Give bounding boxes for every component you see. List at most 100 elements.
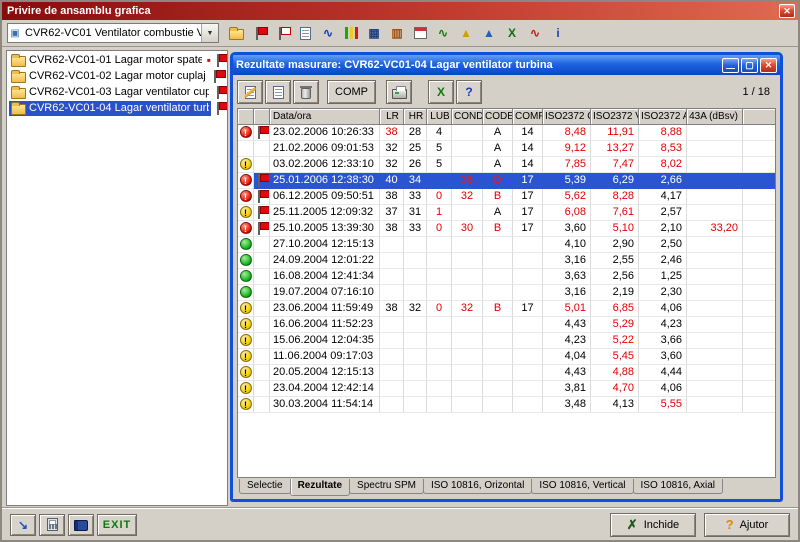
trend-chart-button[interactable]: ∿ [432,22,454,44]
notes-button[interactable] [294,22,316,44]
close-button[interactable]: ✕ [779,4,795,18]
table-row[interactable]: !23.04.2004 12:42:143,814,704,06 [238,381,775,397]
add-note-button[interactable] [265,80,291,104]
print-button[interactable] [386,80,412,104]
status-yellow-icon: ! [240,158,252,170]
column-header[interactable]: ISO2372 V [591,109,639,125]
table-row[interactable]: 24.09.2004 12:01:223,162,552,46 [238,253,775,269]
tree-item[interactable]: CVR62-VC01-04 Lagar ventilator turbina [7,100,227,116]
column-header[interactable]: HR [404,109,427,125]
table-row[interactable]: !20.05.2004 12:15:134,434,884,44 [238,365,775,381]
column-header[interactable]: 43A (dBsv) [687,109,743,125]
table-row[interactable]: !25.10.2005 13:39:303833030B173,605,102,… [238,221,775,237]
histogram-button[interactable]: ▥ [386,22,408,44]
table-row[interactable]: !15.06.2004 12:04:354,235,223,66 [238,333,775,349]
results-table-button[interactable]: ▦ [363,22,385,44]
column-header[interactable]: Data/ora [270,109,380,125]
alarm-note-icon: ▪ [207,54,211,66]
evaluation-chart-icon: ∿ [530,27,540,39]
tab-iso-10816-vertical[interactable]: ISO 10816, Vertical [531,479,633,494]
alarm-flag-button[interactable] [248,22,270,44]
delete-result-button[interactable] [293,80,319,104]
calculator-button[interactable] [39,514,65,536]
column-header[interactable] [254,109,270,125]
edit-result-button[interactable] [237,80,263,104]
close-window-button[interactable]: ✗ Inchide [610,513,696,537]
tree-item[interactable]: CVR62-VC01-02 Lagar motor cuplaj [7,68,227,84]
value-cell [483,317,513,333]
open-folder-button[interactable] [225,22,247,44]
table-row[interactable]: 19.07.2004 07:16:103,162,192,30 [238,285,775,301]
table-row[interactable]: !06.12.2005 09:50:513833032B175,628,284,… [238,189,775,205]
value-cell: 8,02 [639,157,687,173]
value-cell [452,157,483,173]
excel-export-button[interactable]: X [501,22,523,44]
tab-iso-10816-axial[interactable]: ISO 10816, Axial [633,479,724,494]
column-header[interactable] [238,109,254,125]
tab-rezultate[interactable]: Rezultate [290,479,350,496]
main-titlebar: Privire de ansamblu grafica ✕ [2,2,798,20]
close-results-button[interactable]: ✕ [760,58,777,73]
results-tabs: SelectieRezultateSpectru SPMISO 10816, O… [237,479,776,497]
column-header[interactable]: COND [452,109,483,125]
table-row[interactable]: !25.01.2006 12:38:30403438D175,396,292,6… [238,173,775,189]
spectrum-chart-button[interactable]: ∿ [317,22,339,44]
table-row[interactable]: 21.02.2006 09:01:5332255A149,1213,278,53 [238,141,775,157]
tab-selectie[interactable]: Selectie [239,479,291,494]
evaluation-chart-button[interactable]: ∿ [524,22,546,44]
table-row[interactable]: 27.10.2004 12:15:134,102,902,50 [238,237,775,253]
table-row[interactable]: !11.06.2004 09:17:034,045,453,60 [238,349,775,365]
table-row[interactable]: !16.06.2004 11:52:234,435,294,23 [238,317,775,333]
value-cell [513,317,543,333]
histogram-icon: ▥ [391,27,402,39]
column-header[interactable]: ISO2372 A [639,109,687,125]
column-header[interactable]: LUB [427,109,452,125]
folder-icon [11,72,26,83]
tab-iso-10816-orizontal[interactable]: ISO 10816, Orizontal [423,479,532,494]
mountains-button[interactable]: ▲ [478,22,500,44]
tree-item[interactable]: CVR62-VC01-01 Lagar motor spate▪ [7,52,227,68]
minimize-button[interactable]: — [722,58,739,73]
tree-item[interactable]: CVR62-VC01-03 Lagar ventilator cuplaj [7,84,227,100]
value-cell: 32 [380,141,404,157]
clear-flag-button[interactable] [271,22,293,44]
value-cell [452,349,483,365]
value-cell [452,141,483,157]
value-cell [380,269,404,285]
condition-bars-button[interactable] [340,22,362,44]
combo-dropdown-button[interactable]: ▼ [201,24,218,42]
table-row[interactable]: !30.03.2004 11:54:143,484,135,55 [238,397,775,413]
point-selector-combobox[interactable]: ▣ CVR62-VC01 Ventilator combustie V1 ▼ [7,23,219,43]
alarm-list-button[interactable]: ▲ [455,22,477,44]
catalog-button[interactable] [68,514,94,536]
column-header[interactable]: ISO2372 O [543,109,591,125]
calendar-button[interactable] [409,22,431,44]
comp-button[interactable]: COMP [327,80,376,104]
maximize-button[interactable]: ▢ [741,58,758,73]
table-row[interactable]: 16.08.2004 12:41:343,632,561,25 [238,269,775,285]
value-cell [452,205,483,221]
column-header[interactable]: CODE [483,109,513,125]
value-cell: 2,57 [639,205,687,221]
column-header[interactable]: LR [380,109,404,125]
exit-button[interactable]: EXIT [97,514,137,536]
table-row[interactable]: !23.06.2004 11:59:493832032B175,016,854,… [238,301,775,317]
value-cell [404,253,427,269]
table-row[interactable]: !25.11.2005 12:09:3237311A176,087,612,57 [238,205,775,221]
value-cell: 4,43 [543,317,591,333]
value-cell [483,349,513,365]
column-header[interactable]: COMP [513,109,543,125]
excel-export-button[interactable]: X [428,80,454,104]
help-button[interactable]: ? Ajutor [704,513,790,537]
value-cell: 4,70 [591,381,639,397]
maximize-icon: ▢ [745,60,754,70]
status-red-icon: ! [240,174,252,186]
value-cell [687,237,743,253]
transfer-button[interactable]: ↘ [10,514,36,536]
info-button[interactable]: i [547,22,569,44]
mountains-icon: ▲ [483,27,495,39]
help-button[interactable]: ? [456,80,482,104]
table-row[interactable]: !03.02.2006 12:33:1032265A147,857,478,02 [238,157,775,173]
tab-spectru-spm[interactable]: Spectru SPM [349,479,424,494]
table-row[interactable]: !23.02.2006 10:26:3338284A148,4811,918,8… [238,125,775,141]
